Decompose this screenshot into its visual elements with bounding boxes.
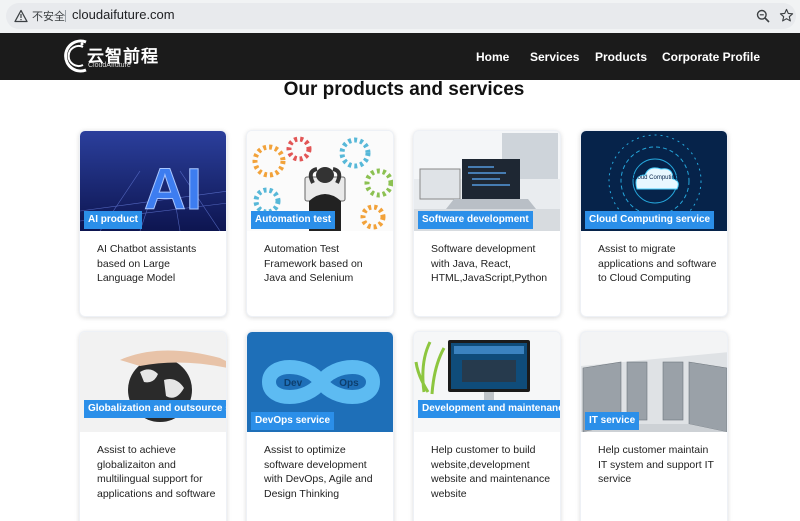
bookmark-star-icon[interactable] [779, 8, 794, 23]
card-description: Automation Test Framework based on Java … [264, 243, 363, 284]
page-title: Our products and services [283, 79, 525, 100]
card-description: AI Chatbot assistants based on Large Lan… [97, 243, 197, 284]
site-header: 云智前程 CloudAIfuture Home Services Product… [0, 33, 800, 80]
ai-graphic-text: AI [144, 157, 202, 222]
product-card-it-service[interactable]: IT service Help customer maintain IT sys… [580, 331, 728, 521]
ops-graphic-text: Ops [339, 378, 359, 389]
dev-graphic-text: Dev [284, 378, 303, 389]
logo-subtext: CloudAIfuture [88, 62, 131, 69]
card-tag: AI product [84, 211, 142, 229]
cloud-graphic-text: Cloud Computing [632, 175, 678, 181]
card-description: Assist to optimize software development … [264, 444, 373, 500]
product-card-website[interactable]: Development and maintenance of website H… [413, 331, 561, 521]
divider [65, 10, 66, 22]
nav-home[interactable]: Home [476, 50, 509, 64]
card-description: Software development with Java, React, H… [431, 243, 548, 284]
nav-products[interactable]: Products [595, 50, 647, 64]
url-text[interactable]: cloudaifuture.com [72, 7, 175, 22]
product-card-cloud[interactable]: Cloud Computing Cloud Computing service … [580, 130, 728, 317]
product-card-ai[interactable]: AI AI product AI Chatbot assistants base… [79, 130, 227, 317]
card-tag: Automation test [251, 211, 336, 229]
card-tag: IT service [585, 412, 640, 430]
card-description: Help customer to build website,developme… [431, 444, 551, 500]
product-card-software[interactable]: Software development Software developmen… [413, 130, 561, 317]
card-tag: Development and maintenance of website [418, 400, 560, 418]
security-status[interactable]: 不安全 [32, 8, 65, 24]
browser-toolbar: 不安全 cloudaifuture.com [0, 0, 800, 33]
card-description: Assist to migrate applications and softw… [598, 243, 717, 284]
zoom-icon[interactable] [756, 9, 770, 23]
address-bar[interactable]: 不安全 cloudaifuture.com [6, 3, 796, 29]
warning-icon[interactable] [14, 9, 28, 23]
card-tag: Cloud Computing service [585, 211, 715, 229]
nav-corporate-profile[interactable]: Corporate Profile [662, 50, 760, 64]
card-description: Help customer maintain IT system and sup… [598, 444, 714, 485]
card-tag: Software development [418, 211, 533, 229]
card-description: Assist to achieve globalizaiton and mult… [97, 444, 216, 500]
product-card-automation[interactable]: Automation test Automation Test Framewor… [246, 130, 394, 317]
card-tag: DevOps service [251, 412, 335, 430]
nav-services[interactable]: Services [530, 50, 579, 64]
product-card-devops[interactable]: Dev Ops DevOps service Assist to optimiz… [246, 331, 394, 521]
product-card-globalization[interactable]: Globalization and outsource service Assi… [79, 331, 227, 521]
card-tag: Globalization and outsource service [84, 400, 226, 418]
